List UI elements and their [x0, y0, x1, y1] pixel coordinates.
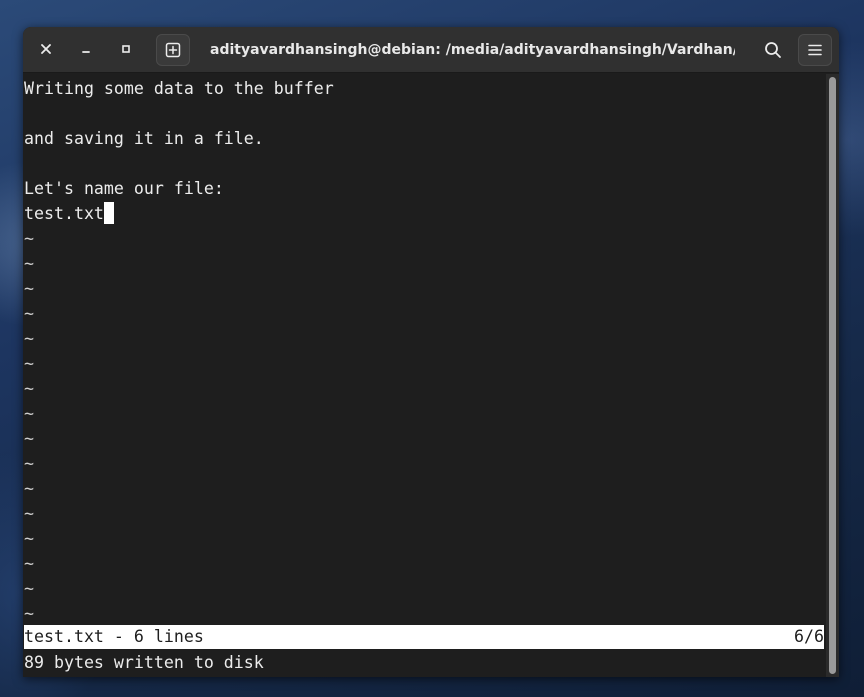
close-button[interactable]: [31, 34, 61, 64]
status-line-position: 6/6: [794, 627, 824, 646]
new-tab-icon: [165, 42, 181, 58]
terminal-window: adityavardhansingh@debian: /media/aditya…: [23, 27, 839, 677]
editor-line-5: Let's name our file:: [24, 179, 224, 198]
text-cursor: [103, 202, 114, 224]
editor-line-6-text: test.txt: [24, 204, 104, 223]
status-message: 89 bytes written to disk: [24, 653, 264, 672]
maximize-button[interactable]: [111, 34, 141, 64]
tilde-marker: ~: [24, 579, 34, 598]
status-file-info: test.txt - 6 lines: [24, 627, 204, 646]
close-icon: [41, 44, 51, 54]
search-icon: [765, 42, 781, 58]
window-title: adityavardhansingh@debian: /media/aditya…: [210, 42, 735, 58]
tilde-marker: ~: [24, 379, 34, 398]
tilde-marker: ~: [24, 604, 34, 623]
title-bar: adityavardhansingh@debian: /media/aditya…: [23, 27, 839, 73]
scrollbar-thumb[interactable]: [829, 77, 836, 674]
hamburger-menu-icon: [808, 44, 822, 56]
editor-line-3: and saving it in a file.: [24, 129, 264, 148]
tilde-marker: ~: [24, 454, 34, 473]
tilde-marker: ~: [24, 504, 34, 523]
editor-line-6: test.txt: [24, 201, 114, 226]
maximize-icon: [122, 45, 130, 53]
tilde-marker: ~: [24, 279, 34, 298]
new-tab-button[interactable]: [156, 34, 190, 66]
editor-line-1: Writing some data to the buffer: [24, 79, 334, 98]
minimize-icon: [82, 51, 90, 53]
tilde-marker: ~: [24, 529, 34, 548]
status-bar: test.txt - 6 lines 6/6: [24, 625, 824, 649]
tilde-marker: ~: [24, 429, 34, 448]
tilde-marker: ~: [24, 304, 34, 323]
terminal-area[interactable]: Writing some data to the buffer and savi…: [23, 74, 825, 677]
minimize-button[interactable]: [71, 34, 101, 64]
tilde-marker: ~: [24, 254, 34, 273]
scrollbar[interactable]: [826, 74, 839, 677]
main-menu-button[interactable]: [798, 34, 832, 66]
tilde-marker: ~: [24, 404, 34, 423]
tilde-marker: ~: [24, 354, 34, 373]
tilde-marker: ~: [24, 329, 34, 348]
search-button[interactable]: [756, 34, 790, 66]
tilde-marker: ~: [24, 229, 34, 248]
tilde-marker: ~: [24, 554, 34, 573]
tilde-marker: ~: [24, 479, 34, 498]
